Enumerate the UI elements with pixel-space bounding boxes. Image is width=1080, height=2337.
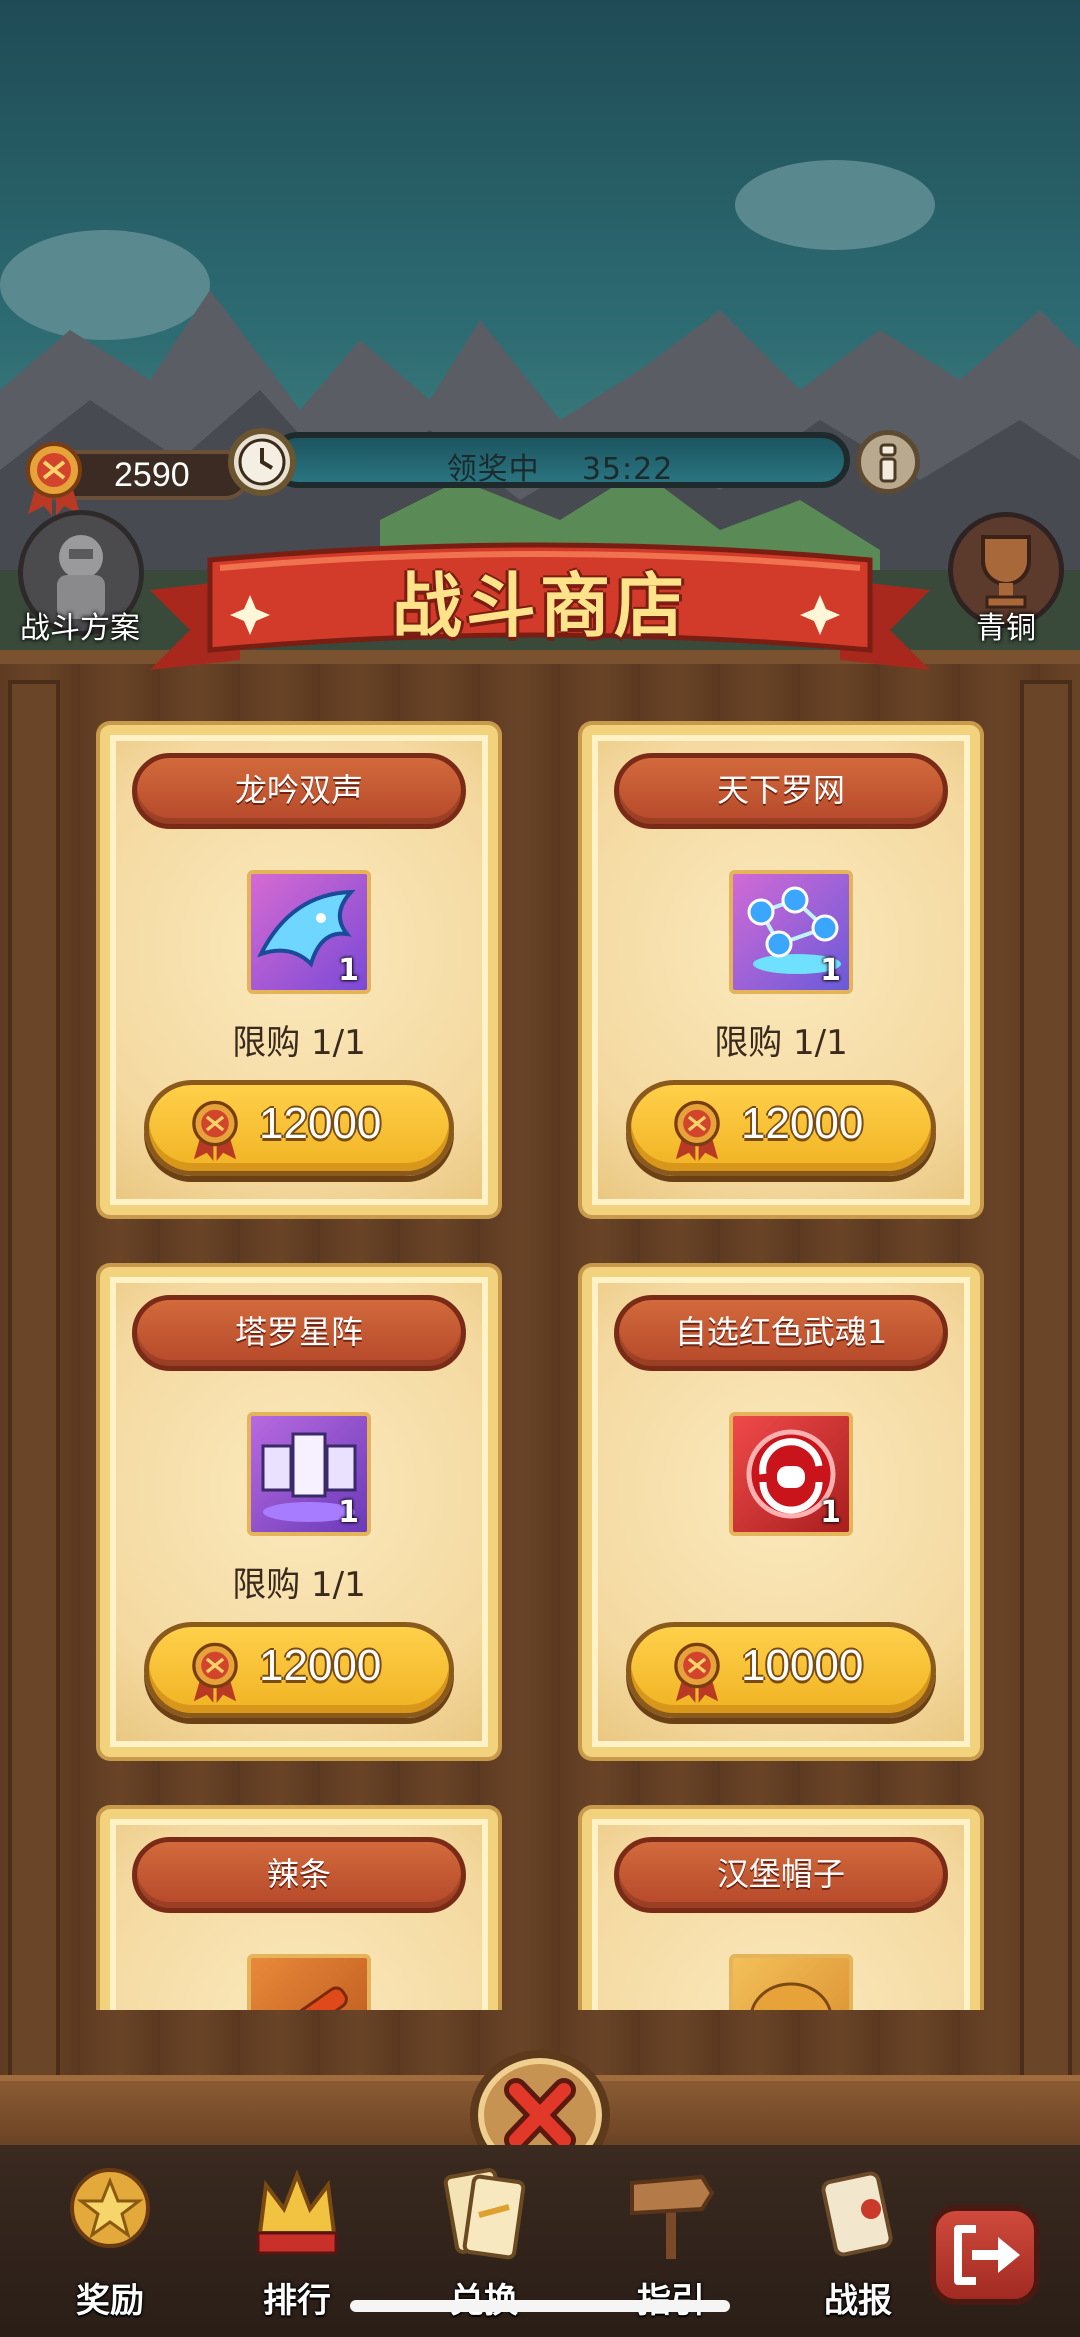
clock-icon — [228, 428, 296, 496]
battle-medal-icon — [674, 1642, 720, 1703]
info-icon — [879, 443, 897, 483]
info-button[interactable] — [856, 430, 920, 494]
nav-label: 指引 — [586, 2273, 756, 2322]
shop-title: 战斗商店 — [392, 565, 688, 647]
purchase-limit: 限购 1/1 — [232, 1565, 366, 1605]
buy-button[interactable]: 12000 — [626, 1080, 936, 1176]
price-value: 12000 — [741, 1099, 864, 1148]
battle-medal-icon — [192, 1100, 238, 1161]
ticket-icon — [443, 2168, 526, 2260]
buy-button[interactable]: 10000 — [626, 1622, 936, 1718]
item-count: 1 — [338, 953, 359, 988]
shop-item-card[interactable]: 汉堡帽子 — [582, 1809, 980, 2010]
exit-icon — [954, 2225, 1020, 2285]
battle-medal-icon — [26, 442, 82, 516]
buy-button[interactable]: 12000 — [144, 1080, 454, 1176]
nav-label: 战报 — [824, 2281, 892, 2321]
item-name: 天下罗网 — [614, 753, 948, 829]
item-name: 龙吟双声 — [132, 753, 466, 829]
item-count: 1 — [338, 1495, 359, 1530]
shop-item-card[interactable]: 塔罗星阵 1 限购 1/1 12000 — [100, 1267, 498, 1757]
item-name: 辣条 — [132, 1837, 466, 1913]
nav-label: 兑换 — [399, 2273, 569, 2322]
item-name: 自选红色武魂1 — [614, 1295, 948, 1371]
shop-banner: 战斗商店 — [150, 540, 930, 680]
star-medal-icon — [70, 2168, 150, 2248]
burger-hat-icon — [729, 1954, 853, 2010]
currency-value: 2590 — [114, 456, 190, 494]
battle-plan-label: 战斗方案 — [20, 611, 140, 646]
price-value: 12000 — [259, 1099, 382, 1148]
tarot-cards-icon: 1 — [247, 1412, 371, 1536]
item-name: 塔罗星阵 — [132, 1295, 466, 1371]
timer-label: 领奖中 — [446, 452, 540, 487]
spicy-strip-icon — [247, 1954, 371, 2010]
reward-timer-bar: 领奖中 35:22 — [270, 432, 850, 488]
blue-dragon-icon: 1 — [247, 870, 371, 994]
battle-medal-icon — [192, 1642, 238, 1703]
price-value: 12000 — [259, 1641, 382, 1690]
nav-label: 排行 — [263, 2281, 331, 2321]
crown-icon — [256, 2169, 338, 2255]
item-count: 1 — [820, 953, 841, 988]
nav-label: 奖励 — [76, 2281, 144, 2321]
item-name: 汉堡帽子 — [614, 1837, 948, 1913]
shop-item-card[interactable]: 天下罗网 1 限购 1/1 12000 — [582, 725, 980, 1215]
shop-grid[interactable]: 龙吟双声 1 限购 1/1 12000 天下罗网 1 限购 1/1 12000 … — [95, 720, 995, 2010]
rank-label: 青铜 — [976, 611, 1036, 646]
battle-medal-icon — [674, 1100, 720, 1161]
purchase-limit: 限购 1/1 — [232, 1023, 366, 1063]
net-stars-icon: 1 — [729, 870, 853, 994]
item-count: 1 — [820, 1495, 841, 1530]
shop-item-card[interactable]: 龙吟双声 1 限购 1/1 12000 — [100, 725, 498, 1215]
home-indicator[interactable] — [350, 2300, 730, 2312]
price-value: 10000 — [741, 1641, 864, 1690]
shop-item-card[interactable]: 自选红色武魂1 1 10000 — [582, 1267, 980, 1757]
purchase-limit: 限购 1/1 — [714, 1023, 848, 1063]
nav-item-rewards[interactable]: 奖励 — [25, 2155, 195, 2335]
signpost-icon — [630, 2174, 715, 2259]
exit-button[interactable] — [930, 2205, 1040, 2305]
buy-button[interactable]: 12000 — [144, 1622, 454, 1718]
panel-frame-left — [8, 680, 60, 2090]
shop-item-card[interactable]: 辣条 — [100, 1809, 498, 2010]
cloud — [735, 160, 935, 250]
nav-item-battle-report[interactable]: 战报 — [773, 2155, 943, 2335]
scroll-icon — [821, 2171, 893, 2257]
timer-value: 35:22 — [581, 452, 674, 487]
panel-frame-right — [1020, 680, 1072, 2090]
red-soul-icon: 1 — [729, 1412, 853, 1536]
